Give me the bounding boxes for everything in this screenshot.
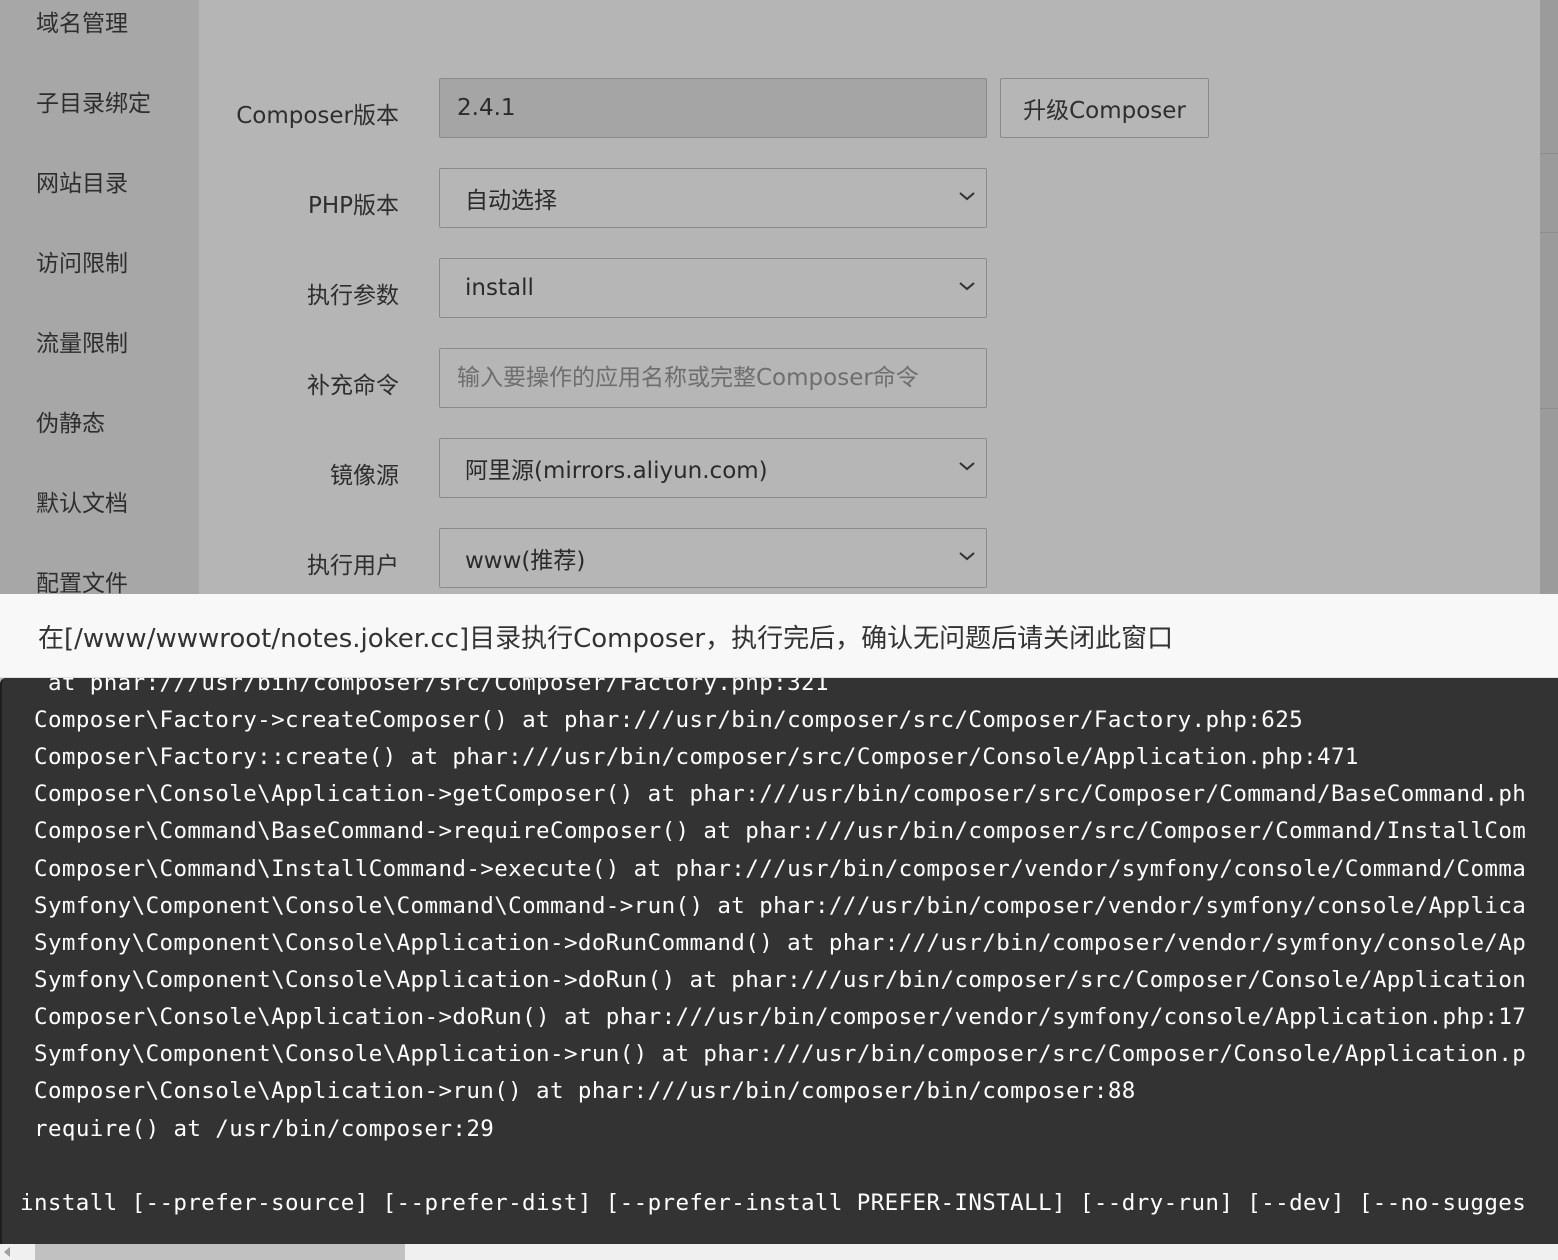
terminal-line: Composer\Command\InstallCommand->execute…	[34, 856, 1527, 882]
terminal-line: Composer\Console\Application->doRun() at…	[34, 1004, 1527, 1030]
terminal-usage-line: install [--prefer-source] [--prefer-dist…	[20, 1190, 1527, 1216]
terminal-line: at phar:///usr/bin/composer/src/Composer…	[34, 678, 829, 696]
extra-cmd-label: 补充命令	[307, 373, 399, 399]
terminal-line: Symfony\Component\Console\Application->d…	[34, 967, 1527, 993]
terminal-line: Composer\Command\BaseCommand->requireCom…	[34, 818, 1527, 844]
sidebar-item-site-directory[interactable]: 网站目录	[36, 164, 128, 198]
scrollbar-track	[1540, 0, 1558, 594]
terminal-output[interactable]: at phar:///usr/bin/composer/src/Composer…	[0, 678, 1558, 1244]
exec-user-label: 执行用户	[307, 553, 399, 579]
chevron-down-icon	[959, 462, 975, 471]
sidebar-item-domain-management[interactable]: 域名管理	[36, 4, 128, 38]
mirror-select[interactable]: 阿里源(mirrors.aliyun.com)	[439, 438, 987, 498]
chevron-down-icon	[959, 282, 975, 291]
sidebar-item-traffic-limit[interactable]: 流量限制	[36, 324, 128, 358]
dialog-header: 在[/www/wwwroot/notes.joker.cc]目录执行Compos…	[0, 594, 1558, 678]
chevron-down-icon	[959, 552, 975, 561]
terminal-line: Composer\Console\Application->getCompose…	[34, 781, 1527, 807]
sidebar: 域名管理 子目录绑定 网站目录 访问限制 流量限制 伪静态 默认文档 配置文件	[0, 0, 199, 597]
exec-params-value: install	[465, 275, 534, 301]
php-version-select[interactable]: 自动选择	[439, 168, 987, 228]
sidebar-item-default-document[interactable]: 默认文档	[36, 484, 128, 518]
extra-cmd-input[interactable]	[457, 365, 986, 391]
mirror-label: 镜像源	[330, 463, 399, 489]
exec-user-value: www(推荐)	[465, 548, 586, 574]
composer-version-value: 2.4.1	[457, 95, 516, 121]
terminal-line: Symfony\Component\Console\Application->d…	[34, 930, 1527, 956]
composer-version-field: 2.4.1	[439, 78, 987, 138]
php-version-value: 自动选择	[465, 188, 557, 214]
terminal-line: Composer\Console\Application->run() at p…	[34, 1078, 1136, 1104]
upgrade-composer-button[interactable]: 升级Composer	[1000, 78, 1209, 138]
horizontal-scrollbar[interactable]	[0, 1244, 1558, 1260]
mirror-value: 阿里源(mirrors.aliyun.com)	[465, 458, 768, 484]
chevron-down-icon	[959, 192, 975, 201]
exec-params-label: 执行参数	[307, 283, 399, 309]
sidebar-item-rewrite[interactable]: 伪静态	[36, 404, 105, 438]
terminal-line: Composer\Factory->createComposer() at ph…	[34, 707, 1304, 733]
exec-params-select[interactable]: install	[439, 258, 987, 318]
php-version-label: PHP版本	[307, 193, 399, 219]
terminal-line: Symfony\Component\Console\Application->r…	[34, 1041, 1527, 1067]
dialog-title: 在[/www/wwwroot/notes.joker.cc]目录执行Compos…	[38, 624, 1174, 654]
terminal-line: require() at /usr/bin/composer:29	[34, 1116, 495, 1142]
sidebar-item-access-restriction[interactable]: 访问限制	[36, 244, 128, 278]
scrollbar-thumb[interactable]	[35, 1244, 405, 1260]
extra-cmd-field[interactable]	[439, 348, 987, 408]
scroll-left-icon[interactable]	[4, 1247, 10, 1257]
terminal-line: Symfony\Component\Console\Command\Comman…	[34, 893, 1527, 919]
composer-version-label: Composer版本	[236, 103, 399, 129]
exec-user-select[interactable]: www(推荐)	[439, 528, 987, 588]
sidebar-item-subdirectory-binding[interactable]: 子目录绑定	[36, 84, 151, 118]
sidebar-item-config-file[interactable]: 配置文件	[36, 564, 128, 598]
terminal-line: Composer\Factory::create() at phar:///us…	[34, 744, 1359, 770]
